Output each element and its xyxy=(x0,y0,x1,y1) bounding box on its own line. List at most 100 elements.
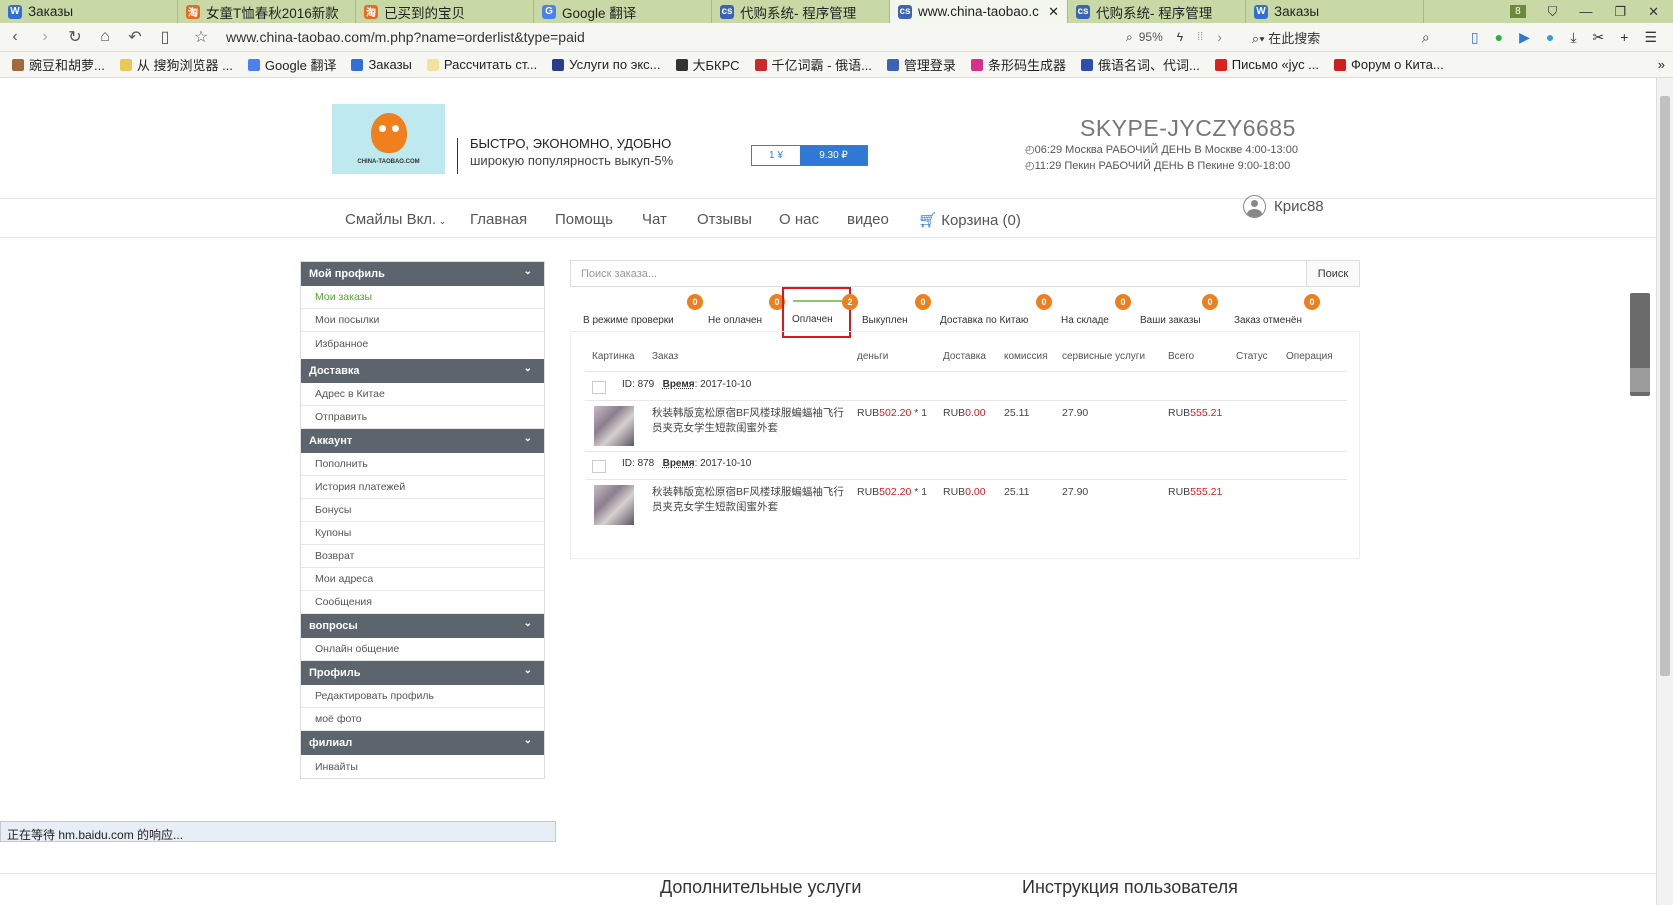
bookmark-item[interactable]: Рассчитать ст... xyxy=(426,57,537,72)
sidebar-item-my-photo[interactable]: моё фото xyxy=(301,708,544,731)
bookmark-item[interactable]: 条形码生成器 xyxy=(970,55,1066,74)
browser-tab[interactable]: 淘女童T恤春秋2016新款 xyxy=(178,0,356,23)
bookmark-item[interactable]: Форум о Кита... xyxy=(1334,57,1444,72)
tab-unpaid[interactable]: Не оплачен xyxy=(708,315,762,326)
tab-bought[interactable]: Выкуплен xyxy=(862,315,908,326)
site-logo[interactable]: CHINA-TAOBAO.COM xyxy=(332,104,445,174)
undo-icon[interactable]: ↶ xyxy=(120,27,150,47)
star-icon[interactable]: ☆ xyxy=(186,27,216,47)
reload-icon[interactable]: ↻ xyxy=(60,27,90,47)
plus-icon[interactable]: + xyxy=(1620,29,1628,46)
order-search-input[interactable]: Поиск заказа... xyxy=(571,261,1306,286)
sidebar-item-my-orders[interactable]: Мои заказы xyxy=(301,286,544,309)
reader-icon[interactable]: ▯ xyxy=(150,27,180,47)
product-image[interactable] xyxy=(594,406,634,446)
grid-icon[interactable]: ⁞⁞ xyxy=(1197,31,1203,43)
tab-warehouse[interactable]: На складе xyxy=(1061,315,1109,326)
browser-search-input[interactable]: ⌕▾ 在此搜索 xyxy=(1252,28,1402,47)
nav-reviews[interactable]: Отзывы xyxy=(697,211,752,228)
order-checkbox[interactable] xyxy=(592,381,606,394)
forward-icon[interactable]: › xyxy=(30,28,60,46)
sidebar-item-bonuses[interactable]: Бонусы xyxy=(301,499,544,522)
sidebar-item-china-address[interactable]: Адрес в Китае xyxy=(301,383,544,406)
shirt-icon[interactable]: ⛉ xyxy=(1548,4,1558,20)
home-icon[interactable]: ⌂ xyxy=(90,28,120,46)
bookmark-item[interactable]: 千亿词霸 - 俄语... xyxy=(754,55,872,74)
bookmark-item[interactable]: Письмо «jyc ... xyxy=(1214,57,1319,72)
search-icon[interactable]: ⌕ xyxy=(1422,29,1430,46)
play-icon[interactable]: ▶ xyxy=(1519,29,1530,46)
sidebar-item-topup[interactable]: Пополнить xyxy=(301,453,544,476)
nav-cart[interactable]: 🛒︎ Корзина (0) xyxy=(918,211,1021,229)
bookmark-item[interactable]: 大БКРС xyxy=(675,55,740,74)
sidebar-item-my-parcels[interactable]: Мои посылки xyxy=(301,309,544,332)
tab-your-orders[interactable]: Ваши заказы xyxy=(1140,315,1201,326)
sidebar-item-send[interactable]: Отправить xyxy=(301,406,544,429)
browser-tab[interactable]: cs 代购系统- 程序管理 xyxy=(1068,0,1246,23)
order-checkbox[interactable] xyxy=(592,460,606,473)
sidebar-section-header[interactable]: вопросы ⌄ xyxy=(301,614,544,638)
bookmark-item[interactable]: Услуги по экс... xyxy=(552,57,661,72)
bookmark-item[interactable]: Google 翻译 xyxy=(247,55,336,74)
sidebar-section-header[interactable]: филиал ⌄ xyxy=(301,731,544,755)
sidebar-item-coupons[interactable]: Купоны xyxy=(301,522,544,545)
url-field[interactable]: www.china-taobao.com/m.php?name=orderlis… xyxy=(226,29,1096,45)
close-window-icon[interactable]: ✕ xyxy=(1648,4,1659,20)
sidebar-item-addresses[interactable]: Мои адреса xyxy=(301,568,544,591)
browser-tab[interactable]: 淘已买到的宝贝 xyxy=(356,0,534,23)
browser-tab[interactable]: W Заказы xyxy=(1246,0,1424,23)
floating-toolbar-button[interactable] xyxy=(1630,368,1650,392)
bookmark-icon[interactable]: ▯ xyxy=(1471,29,1479,46)
nav-chat[interactable]: Чат xyxy=(642,211,667,228)
sidebar-item-messages[interactable]: Сообщения xyxy=(301,591,544,614)
nav-about[interactable]: О нас xyxy=(779,211,819,228)
more-bookmarks-icon[interactable]: » xyxy=(1658,57,1665,72)
browser-tab-active[interactable]: cs www.china-taobao.c ✕ xyxy=(890,0,1068,23)
product-title[interactable]: 秋装韩版宽松原宿BF风楼球服蝙蝠袖飞行员夹克女学生短款闺蜜外套 xyxy=(652,485,847,515)
bookmark-folder[interactable]: 从 搜狗浏览器 ... xyxy=(119,55,233,74)
bookmark-item[interactable]: 豌豆和胡萝... xyxy=(12,55,105,74)
sidebar-section-header[interactable]: Профиль ⌄ xyxy=(301,661,544,685)
tab-count-badge[interactable]: 8 xyxy=(1510,5,1526,18)
scissors-icon[interactable]: ✂ xyxy=(1593,29,1605,46)
tab-china-delivery[interactable]: Доставка по Китаю xyxy=(940,315,1028,326)
sidebar-section-header[interactable]: Аккаунт ⌄ xyxy=(301,429,544,453)
nav-help[interactable]: Помощь xyxy=(555,211,613,228)
sidebar-section-header[interactable]: Мой профиль ⌄ xyxy=(301,262,544,286)
lightning-icon[interactable]: ϟ xyxy=(1177,30,1183,44)
wechat-icon[interactable]: ● xyxy=(1495,29,1503,46)
sidebar-item-edit-profile[interactable]: Редактировать профиль xyxy=(301,685,544,708)
sidebar-item-payment-history[interactable]: История платежей xyxy=(301,476,544,499)
browser-tab[interactable]: W Заказы xyxy=(0,0,178,23)
restore-icon[interactable]: ❐ xyxy=(1614,4,1626,20)
zoom-level[interactable]: 95% xyxy=(1139,30,1163,44)
download-icon[interactable]: ⤓ xyxy=(1570,29,1576,46)
browser-tab[interactable]: G Google 翻译 xyxy=(534,0,712,23)
tab-cancelled[interactable]: Заказ отменён xyxy=(1234,315,1302,326)
back-icon[interactable]: ‹ xyxy=(0,28,30,46)
minimize-icon[interactable]: — xyxy=(1579,4,1592,19)
sidebar-item-invites[interactable]: Инвайты xyxy=(301,755,544,778)
bookmark-item[interactable]: 管理登录 xyxy=(886,55,956,74)
nav-video[interactable]: видео xyxy=(847,211,889,228)
bookmark-item[interactable]: 俄语名词、代词... xyxy=(1080,55,1200,74)
page-scrollbar[interactable] xyxy=(1656,78,1673,905)
nav-home[interactable]: Главная xyxy=(470,211,527,228)
nav-smiles[interactable]: Смайлы Вкл. ⌄ xyxy=(345,211,446,228)
sidebar-section-header[interactable]: Доставка ⌄ xyxy=(301,359,544,383)
sidebar-item-online-chat[interactable]: Онлайн общение xyxy=(301,638,544,661)
close-tab-icon[interactable]: ✕ xyxy=(1048,4,1059,20)
user-menu[interactable]: Крис88 xyxy=(1243,195,1324,218)
assistant-icon[interactable]: ● xyxy=(1546,29,1554,46)
chevron-right-icon[interactable]: › xyxy=(1217,29,1222,45)
bookmark-item[interactable]: Заказы xyxy=(351,57,412,72)
tab-paid[interactable]: Оплачен xyxy=(792,314,833,325)
search-button[interactable]: Поиск xyxy=(1306,261,1359,286)
tab-checking[interactable]: В режиме проверки xyxy=(583,315,674,326)
menu-icon[interactable]: ☰ xyxy=(1644,29,1657,46)
skype-contact[interactable]: SKYPE-JYCZY6685 xyxy=(1080,115,1296,142)
product-title[interactable]: 秋装韩版宽松原宿BF风楼球服蝙蝠袖飞行员夹克女学生短款闺蜜外套 xyxy=(652,406,847,436)
scrollbar-thumb[interactable] xyxy=(1660,96,1670,676)
sidebar-item-favorites[interactable]: Избранное xyxy=(301,332,544,355)
product-image[interactable] xyxy=(594,485,634,525)
